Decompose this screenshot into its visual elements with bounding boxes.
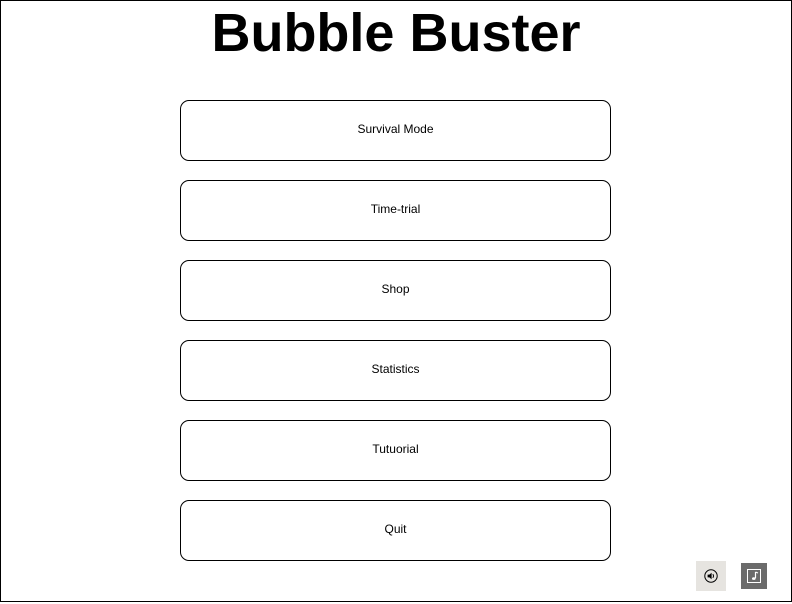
music-toggle-icon <box>747 569 761 583</box>
time-trial-button[interactable]: Time-trial <box>180 180 611 241</box>
quit-button[interactable]: Quit <box>180 500 611 561</box>
tutorial-button[interactable]: Tutuorial <box>180 420 611 481</box>
statistics-button[interactable]: Statistics <box>180 340 611 401</box>
music-toggle-button[interactable] <box>741 563 767 589</box>
speaker-icon <box>704 569 718 583</box>
sound-toggle-button[interactable] <box>696 561 726 591</box>
shop-button[interactable]: Shop <box>180 260 611 321</box>
game-title: Bubble Buster <box>211 3 581 63</box>
survival-mode-button[interactable]: Survival Mode <box>180 100 611 161</box>
